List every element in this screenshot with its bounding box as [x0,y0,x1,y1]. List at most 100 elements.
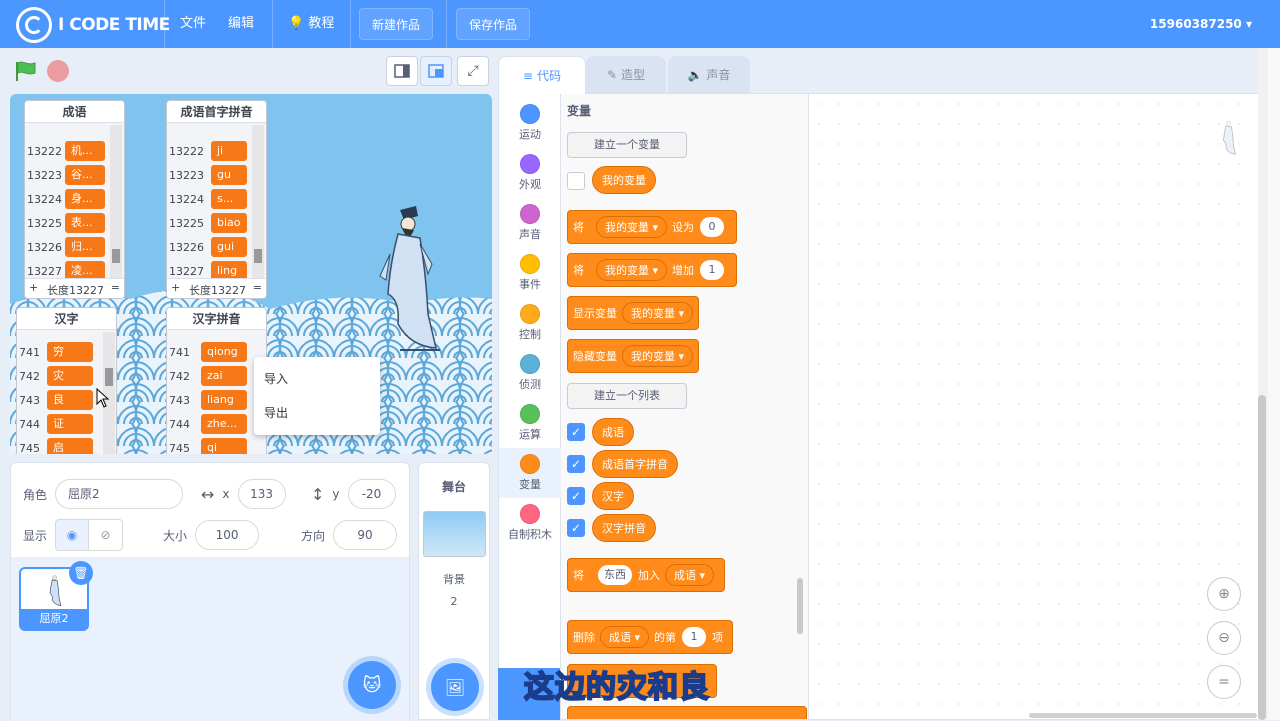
trash-icon[interactable]: 🗑 [69,561,93,585]
category-sound[interactable]: 声音 [499,198,561,248]
item-value[interactable]: s... [211,189,247,209]
my-variable-reporter[interactable]: 我的变量 [592,166,656,194]
item-value[interactable]: qi [201,438,247,454]
logo[interactable]: I CODE TIME [16,7,170,43]
variable-dropdown[interactable]: 我的变量 ▾ [621,302,693,324]
item-value[interactable]: 灾 [47,366,93,386]
item-value[interactable]: zai [201,366,247,386]
item-value[interactable]: zhe... [201,414,247,434]
item-value[interactable]: qiong [201,342,247,362]
qu-yuan-sprite[interactable] [370,204,450,354]
list-reporter-idioms[interactable]: 成语 [592,418,634,446]
index-input[interactable]: 1 [682,627,707,647]
context-menu-export[interactable]: 导出 [254,396,380,430]
show-hidden-button[interactable]: ⊘ [89,519,124,551]
item-value[interactable]: 谷... [65,165,105,185]
script-workspace[interactable]: ⊕ ⊖ = [809,94,1267,719]
item-value[interactable]: liang [201,390,247,410]
context-menu-import[interactable]: 导入 [254,362,380,396]
add-sprite-button[interactable]: 🐱 [348,661,396,709]
fullscreen-button[interactable]: ⤢ [457,56,489,86]
list-block-partial[interactable] [567,706,807,719]
show-visible-button[interactable]: ◉ [55,519,90,551]
item-value[interactable]: 表... [65,213,105,233]
add-to-list-block[interactable]: 将 东西 加入 成语 ▾ [567,558,725,592]
stage-selector-panel[interactable]: 舞台 背景 2 🖼 [418,462,490,720]
user-menu[interactable]: 15960387250 ▾ [1150,0,1252,48]
list-dropdown[interactable]: 成语 ▾ [665,564,715,586]
tab-code[interactable]: ≡ 代码 [498,56,586,94]
item-value[interactable]: biao [211,213,247,233]
workspace-hscrollbar[interactable] [1029,713,1257,718]
item-value[interactable]: 启 [47,438,93,454]
item-value[interactable]: gu [211,165,247,185]
add-item-icon[interactable]: + [29,281,38,294]
value-input[interactable]: 1 [700,260,725,280]
page-scrollbar[interactable] [1268,48,1280,720]
list-reporter-hanzi-pinyin[interactable]: 汉字拼音 [592,514,656,542]
category-sensing[interactable]: 侦测 [499,348,561,398]
item-value[interactable]: gui [211,237,247,257]
list-monitor-idioms[interactable]: 成语 13222 机... 13223 谷... 13224 身... 13225 表.… [24,100,125,299]
workspace-vscroll-thumb[interactable] [1258,395,1266,720]
hide-variable-block[interactable]: 隐藏变量 我的变量 ▾ [567,339,699,373]
list-checkbox[interactable]: ✓ [567,423,585,441]
menu-file[interactable]: 文件 [180,0,206,48]
list-checkbox[interactable]: ✓ [567,519,585,537]
x-input[interactable]: 133 [237,479,286,509]
save-project-button[interactable]: 保存作品 [456,8,531,40]
tab-costumes[interactable]: ✎ 造型 [586,56,666,94]
item-value[interactable]: 良 [47,390,93,410]
list-dropdown[interactable]: 成语 ▾ [600,626,650,648]
large-stage-button[interactable] [420,56,452,86]
set-variable-block[interactable]: 将 我的变量 ▾ 设为 0 [567,210,737,244]
zoom-reset-button[interactable]: = [1207,665,1241,699]
show-variable-block[interactable]: 显示变量 我的变量 ▾ [567,296,699,330]
list-reporter-idiom-pinyin[interactable]: 成语首字拼音 [592,450,678,478]
add-backdrop-button[interactable]: 🖼 [431,663,479,711]
item-value[interactable]: 机... [65,141,105,161]
category-variables[interactable]: 变量 [499,448,561,498]
menu-tutorials[interactable]: 💡 教程 [288,0,334,48]
palette-scrollbar[interactable] [797,578,803,634]
list-reporter-hanzi[interactable]: 汉字 [592,482,634,510]
value-input[interactable]: 0 [700,217,725,237]
stage[interactable]: 成语 13222 机... 13223 谷... 13224 身... 13225 表.… [10,94,492,454]
category-control[interactable]: 控制 [499,298,561,348]
make-variable-button[interactable]: 建立一个变量 [567,132,687,158]
category-looks[interactable]: 外观 [499,148,561,198]
make-list-button[interactable]: 建立一个列表 [567,383,687,409]
resize-icon[interactable]: = [111,281,120,294]
small-stage-button[interactable] [386,56,418,86]
green-flag-icon[interactable] [14,60,38,82]
item-input[interactable]: 东西 [598,565,632,585]
resize-icon[interactable]: = [253,281,262,294]
zoom-out-button[interactable]: ⊖ [1207,621,1241,655]
change-variable-block[interactable]: 将 我的变量 ▾ 增加 1 [567,253,737,287]
item-value[interactable]: 穷 [47,342,93,362]
category-events[interactable]: 事件 [499,248,561,298]
sprite-name-input[interactable]: 屈原2 [55,479,184,509]
item-value[interactable]: 身... [65,189,105,209]
list-checkbox[interactable]: ✓ [567,455,585,473]
list-checkbox[interactable]: ✓ [567,487,585,505]
item-value[interactable]: 证 [47,414,93,434]
size-input[interactable]: 100 [195,520,260,550]
new-project-button[interactable]: 新建作品 [359,8,434,40]
menu-edit[interactable]: 编辑 [228,0,254,48]
stop-icon[interactable] [47,60,69,82]
variable-dropdown[interactable]: 我的变量 ▾ [596,216,668,238]
variable-dropdown[interactable]: 我的变量 ▾ [621,345,693,367]
variable-dropdown[interactable]: 我的变量 ▾ [596,259,668,281]
zoom-in-button[interactable]: ⊕ [1207,577,1241,611]
category-motion[interactable]: 运动 [499,98,561,148]
category-my-blocks[interactable]: 自制积木 [499,498,561,548]
category-operators[interactable]: 运算 [499,398,561,448]
list-monitor-hanzi[interactable]: 汉字 741 穷 742 灾 743 良 744 证 745 启 [16,307,117,454]
direction-input[interactable]: 90 [333,520,398,550]
variable-checkbox[interactable] [567,172,585,190]
monitor-scrollbar[interactable] [110,125,122,279]
list-monitor-hanzi-pinyin[interactable]: 汉字拼音 741 qiong 742 zai 743 liang 744 zhe... … [166,307,267,454]
delete-from-list-block[interactable]: 删除 成语 ▾ 的第 1 项 [567,620,733,654]
item-value[interactable]: 归... [65,237,105,257]
